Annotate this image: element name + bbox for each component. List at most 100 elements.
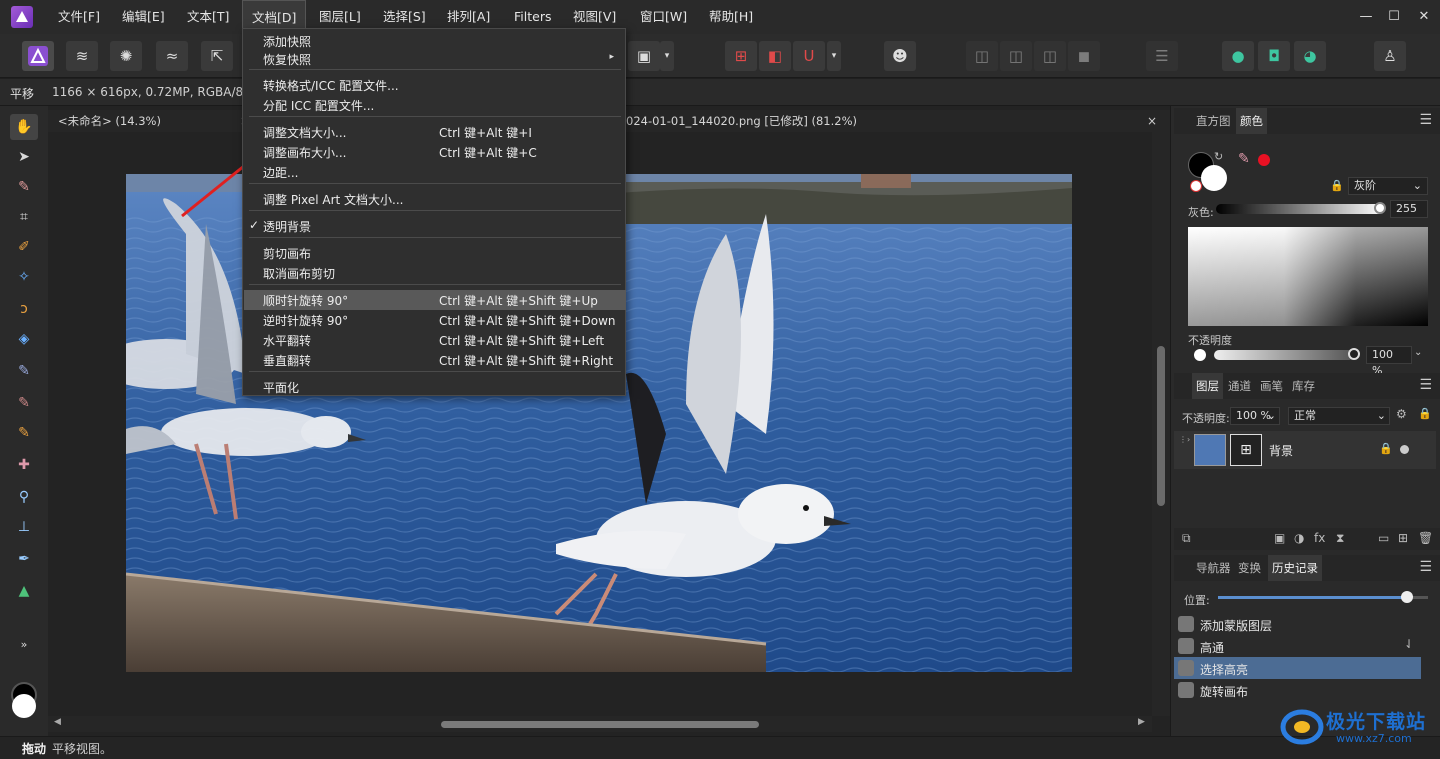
arrange-1-button[interactable]: ◫ xyxy=(966,41,998,71)
hand-tool-icon[interactable]: ✋ xyxy=(10,114,38,140)
adjustment-icon[interactable]: ◑ xyxy=(1294,531,1304,545)
tab-navigator[interactable]: 导航器 xyxy=(1192,555,1235,581)
gear-icon[interactable]: ⚙ xyxy=(1396,407,1407,421)
move-tool-icon[interactable]: ➤ xyxy=(10,144,38,170)
history-item[interactable]: 旋转画布 xyxy=(1174,679,1421,701)
boolean-subtract-button[interactable]: ◕ xyxy=(1294,41,1326,71)
menu-item-rotate-anticlockwise[interactable]: 逆时针旋转 90° Ctrl 键+Alt 键+Shift 键+Down xyxy=(244,310,626,330)
tab-current-image[interactable]: 024-01-01_144020.png [已修改] (81.2%) xyxy=(626,110,857,132)
eyedropper-icon[interactable]: ✎ xyxy=(1238,151,1250,167)
layer-stack-icon[interactable]: ⧉ xyxy=(1182,531,1191,546)
live-filter-icon[interactable]: ⧗ xyxy=(1336,531,1344,546)
menu-item-flip-horizontal[interactable]: 水平翻转 Ctrl 键+Alt 键+Shift 键+Left xyxy=(244,330,626,350)
primary-color-swatch[interactable] xyxy=(12,694,36,718)
paint-brush-tool-icon[interactable]: ✎ xyxy=(10,358,38,384)
swap-colors-icon[interactable]: ↻ xyxy=(1214,150,1223,163)
gray-slider-handle[interactable] xyxy=(1374,202,1386,214)
magic-wand-tool-icon[interactable]: ✧ xyxy=(10,264,38,290)
color-picker-tool-icon[interactable]: ✎ xyxy=(10,174,38,200)
close-button[interactable]: ✕ xyxy=(1409,6,1439,28)
magnet-button[interactable]: U xyxy=(793,41,825,71)
snapping-dropdown[interactable]: ▾ xyxy=(827,41,841,71)
minimize-button[interactable]: — xyxy=(1351,6,1381,28)
tab-untitled[interactable]: <未命名> (14.3%) xyxy=(58,110,161,132)
account-button[interactable]: ♙ xyxy=(1374,41,1406,71)
arrange-2-button[interactable]: ◫ xyxy=(1000,41,1032,71)
menu-item-flip-vertical[interactable]: 垂直翻转 Ctrl 键+Alt 键+Shift 键+Right xyxy=(244,350,626,370)
panel-menu-icon[interactable]: ☰ xyxy=(1419,377,1432,393)
tab-layers[interactable]: 图层 xyxy=(1192,373,1223,399)
erase-brush-tool-icon[interactable]: ✎ xyxy=(10,390,38,416)
menu-edit[interactable]: 编辑[E] xyxy=(113,0,174,34)
snapping-button[interactable]: ⊞ xyxy=(725,41,757,71)
tab-color[interactable]: 颜色 xyxy=(1236,108,1267,134)
menu-item-add-snapshot[interactable]: 添加快照 xyxy=(244,31,626,51)
trash-icon[interactable]: 🗑 xyxy=(1418,531,1433,545)
maximize-button[interactable]: ☐ xyxy=(1379,6,1409,28)
crop-tool-icon[interactable]: ⌗ xyxy=(10,204,38,230)
opacity-value-field[interactable]: 100 % xyxy=(1366,346,1412,377)
menu-window[interactable]: 窗口[W] xyxy=(631,0,696,34)
zoom-tool-icon[interactable]: ⚲ xyxy=(10,484,38,510)
snap-toggle-button[interactable]: ◧ xyxy=(759,41,791,71)
tone-mapping-button[interactable]: ≈ xyxy=(156,41,188,71)
menu-item-transparent-background[interactable]: ✓ 透明背景 xyxy=(244,216,626,236)
opacity-slider[interactable] xyxy=(1214,350,1354,360)
horizontal-scrollbar[interactable]: ◀ ▶ xyxy=(48,716,1152,732)
align-button[interactable]: ☰ xyxy=(1146,41,1178,71)
clone-tool-icon[interactable]: ✚ xyxy=(10,452,38,478)
vertical-scrollbar[interactable] xyxy=(1152,132,1170,716)
lock-icon[interactable]: 🔒 xyxy=(1330,179,1344,192)
stamp-tool-icon[interactable]: ⊥ xyxy=(10,514,38,540)
visibility-dot-icon[interactable] xyxy=(1400,445,1409,454)
menu-file[interactable]: 文件[F] xyxy=(49,0,109,34)
folder-icon[interactable]: ▭ xyxy=(1378,531,1389,545)
expand-icon[interactable]: ⋮› xyxy=(1179,435,1190,444)
menu-help[interactable]: 帮助[H] xyxy=(700,0,762,34)
menu-item-clip-canvas[interactable]: 剪切画布 xyxy=(244,243,626,263)
scroll-right-icon[interactable]: ▶ xyxy=(1138,717,1145,727)
tab-channels[interactable]: 通道 xyxy=(1224,373,1255,399)
history-slider-track[interactable] xyxy=(1218,591,1428,603)
tab-transform[interactable]: 变换 xyxy=(1234,555,1265,581)
blend-mode-select[interactable]: 正常 ⌄ xyxy=(1288,407,1390,425)
horizontal-scroll-thumb[interactable] xyxy=(441,721,759,728)
gray-value-field[interactable]: 255 xyxy=(1390,200,1428,218)
gray-spectrum[interactable] xyxy=(1188,227,1428,326)
liquify-persona-button[interactable]: ≋ xyxy=(66,41,98,71)
boolean-intersect-button[interactable]: ◘ xyxy=(1258,41,1290,71)
color-mode-select[interactable]: 灰阶 ⌄ xyxy=(1348,177,1428,195)
menu-item-resize-canvas[interactable]: 调整画布大小... Ctrl 键+Alt 键+C xyxy=(244,142,626,162)
mask-button[interactable]: ▣ xyxy=(628,41,660,71)
export-persona-button[interactable]: ⇱ xyxy=(201,41,233,71)
chevron-down-icon[interactable]: ⌄ xyxy=(1414,347,1422,358)
develop-persona-button[interactable]: ✺ xyxy=(110,41,142,71)
layer-opacity-field[interactable]: 100 % ⌄ xyxy=(1230,407,1280,425)
history-slider-handle[interactable] xyxy=(1401,591,1413,603)
lock-icon[interactable]: 🔒 xyxy=(1418,407,1432,420)
arrange-4-button[interactable]: ◼ xyxy=(1068,41,1100,71)
photo-persona-button[interactable] xyxy=(22,41,54,71)
tab-stock[interactable]: 库存 xyxy=(1288,373,1319,399)
opacity-slider-handle[interactable] xyxy=(1348,348,1360,360)
tab-current-close-icon[interactable]: × xyxy=(1147,110,1157,132)
flood-fill-tool-icon[interactable]: ◈ xyxy=(10,326,38,352)
tab-history[interactable]: 历史记录 xyxy=(1268,555,1322,581)
scroll-left-icon[interactable]: ◀ xyxy=(54,717,61,727)
dodge-tool-icon[interactable]: ✎ xyxy=(10,420,38,446)
more-tools-icon[interactable]: » xyxy=(10,632,38,658)
menu-item-resize-pixel-art[interactable]: 调整 Pixel Art 文档大小... xyxy=(244,189,626,209)
tab-histogram[interactable]: 直方图 xyxy=(1192,108,1235,134)
fill-color-swatch[interactable] xyxy=(1201,165,1227,191)
menu-item-flatten[interactable]: 平面化 xyxy=(244,377,626,397)
add-mask-icon[interactable]: ▣ xyxy=(1274,531,1285,545)
selection-brush-tool-icon[interactable]: ✐ xyxy=(10,234,38,260)
menu-item-resize-document[interactable]: 调整文档大小... Ctrl 键+Alt 键+I xyxy=(244,122,626,142)
vertical-scroll-thumb[interactable] xyxy=(1157,346,1165,506)
menu-item-rotate-clockwise[interactable]: 顺时针旋转 90° Ctrl 键+Alt 键+Shift 键+Up xyxy=(244,290,626,310)
no-color-icon[interactable] xyxy=(1190,180,1202,192)
boolean-add-button[interactable]: ● xyxy=(1222,41,1254,71)
panel-menu-icon[interactable]: ☰ xyxy=(1419,112,1432,128)
gray-slider[interactable] xyxy=(1216,204,1384,214)
tab-brushes[interactable]: 画笔 xyxy=(1256,373,1287,399)
